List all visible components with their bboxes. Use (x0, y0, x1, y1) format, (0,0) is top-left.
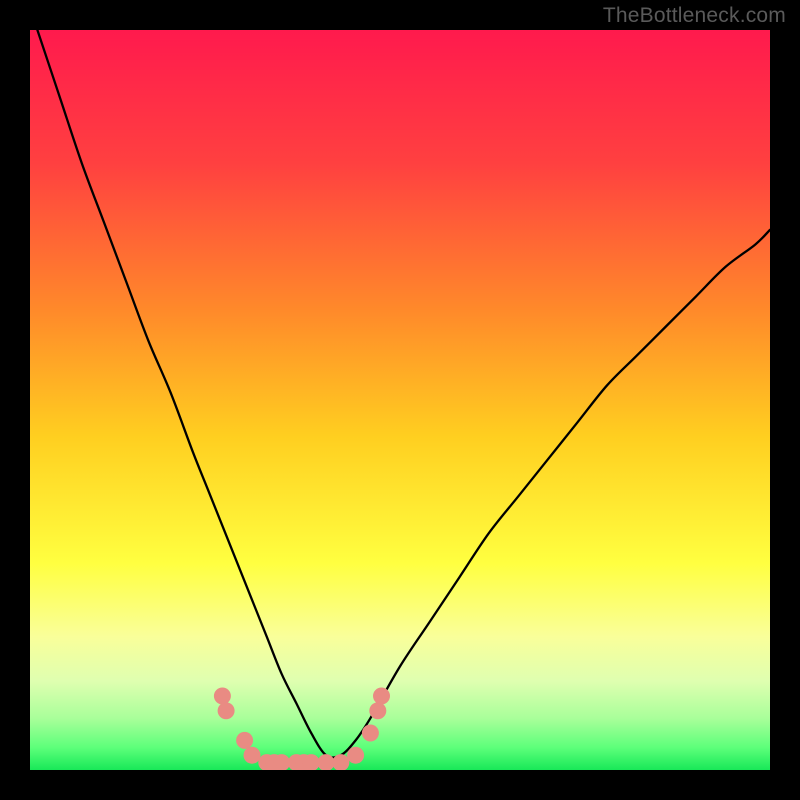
marker-dot (244, 747, 261, 764)
marker-dot (347, 747, 364, 764)
marker-dot (214, 688, 231, 705)
marker-dot (218, 702, 235, 719)
bottleneck-curve (37, 30, 770, 758)
chart-curves (30, 30, 770, 770)
marker-dot (362, 725, 379, 742)
plot-area (30, 30, 770, 770)
marker-dot (373, 688, 390, 705)
watermark-label: TheBottleneck.com (603, 4, 786, 28)
marker-dot (236, 732, 253, 749)
marker-cluster (214, 688, 390, 771)
chart-frame: TheBottleneck.com (0, 0, 800, 800)
marker-dot (369, 702, 386, 719)
